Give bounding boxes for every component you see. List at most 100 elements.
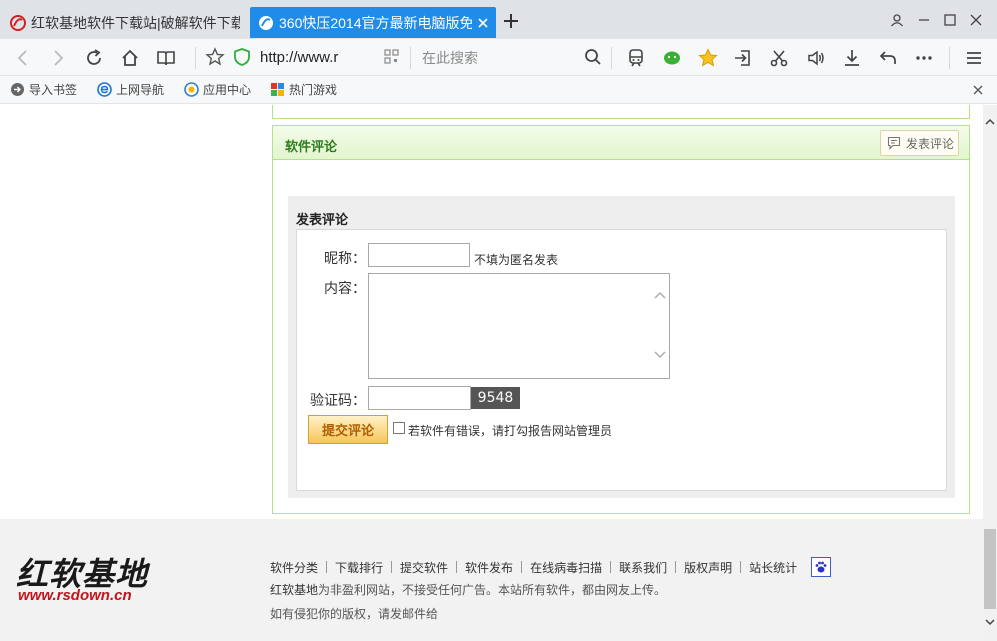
bookmarks-bar: 导入书签 上网导航 应用中心 热门游戏 xyxy=(0,76,997,104)
footer-nav-divider xyxy=(740,561,742,573)
nickname-input[interactable] xyxy=(368,243,470,267)
close-bookmarks-bar-icon[interactable] xyxy=(972,84,984,96)
bookmark-navigation[interactable]: 上网导航 xyxy=(97,81,164,98)
search-input[interactable] xyxy=(422,48,572,68)
site-favicon-icon xyxy=(259,15,273,30)
address-bar[interactable]: http://www.r xyxy=(198,44,408,71)
baidu-paw-icon[interactable] xyxy=(811,557,832,577)
bookmark-label: 上网导航 xyxy=(116,83,165,97)
textarea-scroll-up-icon[interactable] xyxy=(654,290,666,300)
app-center-icon xyxy=(184,82,199,97)
footer-link-stats[interactable]: 站长统计 xyxy=(749,559,797,576)
security-shield-icon[interactable] xyxy=(233,47,251,67)
previous-section-bottom xyxy=(272,105,970,119)
textarea-scroll-down-icon[interactable] xyxy=(654,350,666,360)
site-logo[interactable]: 红软基地 www.rsdown.cn xyxy=(16,549,156,609)
close-window-icon[interactable] xyxy=(969,13,983,27)
toolbar-divider xyxy=(949,47,950,69)
post-comment-label: 发表评论 xyxy=(906,136,955,151)
footer-nav-divider xyxy=(610,561,612,573)
footer-nav-divider xyxy=(675,561,677,573)
qr-code-icon[interactable] xyxy=(384,49,399,64)
bookmark-label: 导入书签 xyxy=(29,83,78,97)
game-icon xyxy=(271,83,284,96)
footer-link-copyright[interactable]: 版权声明 xyxy=(684,559,732,576)
footer-link-virus-scan[interactable]: 在线病毒扫描 xyxy=(530,559,602,576)
scroll-down-icon[interactable] xyxy=(985,617,995,627)
report-error-checkbox[interactable] xyxy=(393,422,405,434)
tab-360-kuaiya[interactable]: 360快压2014官方最新电脑版免费下载 xyxy=(250,7,496,38)
back-icon[interactable] xyxy=(13,48,33,68)
bookmark-label: 热门游戏 xyxy=(289,83,338,97)
tab-title: 360快压2014官方最新电脑版免费下载 xyxy=(279,14,472,31)
browser-toolbar: http://www.r xyxy=(0,39,997,76)
tab-title: 红软基地软件下载站|破解软件下载 xyxy=(31,14,240,31)
reader-icon[interactable] xyxy=(156,48,176,68)
bookmark-hot-games[interactable]: 热门游戏 xyxy=(270,81,337,98)
footer-disclaimer-text: 为非盈利网站，不接受任何广告。本站所有软件，都由网友上传。 xyxy=(318,583,667,597)
menu-icon[interactable] xyxy=(964,48,984,68)
comment-icon xyxy=(887,136,901,150)
login-icon[interactable] xyxy=(733,48,753,68)
footer-nav-divider xyxy=(326,561,328,573)
search-icon[interactable] xyxy=(584,48,602,66)
volume-icon[interactable] xyxy=(806,48,826,68)
page-viewport: 软件评论 发表评论 发表评论 昵称： 不填为匿名发表 内容： 验证码： 9548… xyxy=(0,105,983,641)
undo-close-icon[interactable] xyxy=(878,48,898,68)
footer-nav-divider xyxy=(456,561,458,573)
footer-link-contact[interactable]: 联系我们 xyxy=(619,559,667,576)
user-icon[interactable] xyxy=(890,13,904,27)
footer-link-categories[interactable]: 软件分类 xyxy=(270,559,318,576)
scroll-up-icon[interactable] xyxy=(985,117,995,127)
nickname-label: 昵称： xyxy=(324,250,366,266)
tab-rsdown-home[interactable]: 红软基地软件下载站|破解软件下载 xyxy=(2,7,246,38)
footer-site-name: 红软基地 xyxy=(270,583,319,597)
wechat-icon[interactable] xyxy=(662,48,682,68)
software-comments-section: 软件评论 发表评论 发表评论 昵称： 不填为匿名发表 内容： 验证码： 9548… xyxy=(272,125,970,514)
footer-copyright-notice: 如有侵犯你的版权，请发邮件给 xyxy=(270,607,439,621)
nickname-hint: 不填为匿名发表 xyxy=(474,253,559,267)
captcha-image[interactable]: 9548 xyxy=(471,387,520,409)
footer-link-download-ranking[interactable]: 下载排行 xyxy=(335,559,383,576)
comment-form-heading: 发表评论 xyxy=(296,212,349,227)
screenshot-scissors-icon[interactable] xyxy=(769,48,789,68)
refresh-icon[interactable] xyxy=(84,48,104,68)
footer-link-publish-software[interactable]: 软件发布 xyxy=(465,559,513,576)
scrollbar-thumb[interactable] xyxy=(984,529,996,609)
search-box[interactable] xyxy=(412,44,608,71)
footer-nav-divider xyxy=(391,561,393,573)
page-scrollbar[interactable] xyxy=(983,105,997,641)
forward-icon[interactable] xyxy=(48,48,68,68)
bookmark-app-center[interactable]: 应用中心 xyxy=(184,81,251,98)
toolbar-divider xyxy=(611,47,612,69)
footer-link-submit-software[interactable]: 提交软件 xyxy=(400,559,448,576)
maximize-icon[interactable] xyxy=(943,13,957,27)
report-error-label: 若软件有错误，请打勾报告网站管理员 xyxy=(408,424,613,438)
footer-disclaimer: 红软基地为非盈利网站，不接受任何广告。本站所有软件，都由网友上传。 xyxy=(270,581,666,598)
site-favicon-icon xyxy=(10,14,26,31)
bookmark-label: 应用中心 xyxy=(203,83,252,97)
footer-nav-divider xyxy=(521,561,523,573)
bookmarks-star-icon[interactable] xyxy=(698,48,718,68)
toolbar-divider xyxy=(410,47,411,69)
bookmark-import[interactable]: 导入书签 xyxy=(10,81,77,98)
address-text[interactable]: http://www.r xyxy=(260,49,346,66)
close-tab-icon[interactable] xyxy=(476,16,490,30)
new-tab-icon[interactable] xyxy=(502,12,520,30)
tab-strip: 红软基地软件下载站|破解软件下载 360快压2014官方最新电脑版免费下载 xyxy=(0,0,997,39)
favorite-star-icon[interactable] xyxy=(205,47,225,67)
download-icon[interactable] xyxy=(842,48,862,68)
minimize-icon[interactable] xyxy=(917,13,931,27)
logo-url-text: www.rsdown.cn xyxy=(18,587,132,604)
toolbar-divider xyxy=(195,47,196,69)
import-icon xyxy=(11,83,24,96)
post-comment-button[interactable]: 发表评论 xyxy=(880,130,959,156)
captcha-label: 验证码： xyxy=(310,392,366,408)
ie-icon xyxy=(97,82,112,97)
submit-comment-button[interactable]: 提交评论 xyxy=(308,415,388,444)
home-icon[interactable] xyxy=(120,48,140,68)
train-ticket-icon[interactable] xyxy=(626,48,646,68)
content-textarea[interactable] xyxy=(368,273,670,379)
more-icon[interactable] xyxy=(914,48,934,68)
captcha-input[interactable] xyxy=(368,386,471,410)
